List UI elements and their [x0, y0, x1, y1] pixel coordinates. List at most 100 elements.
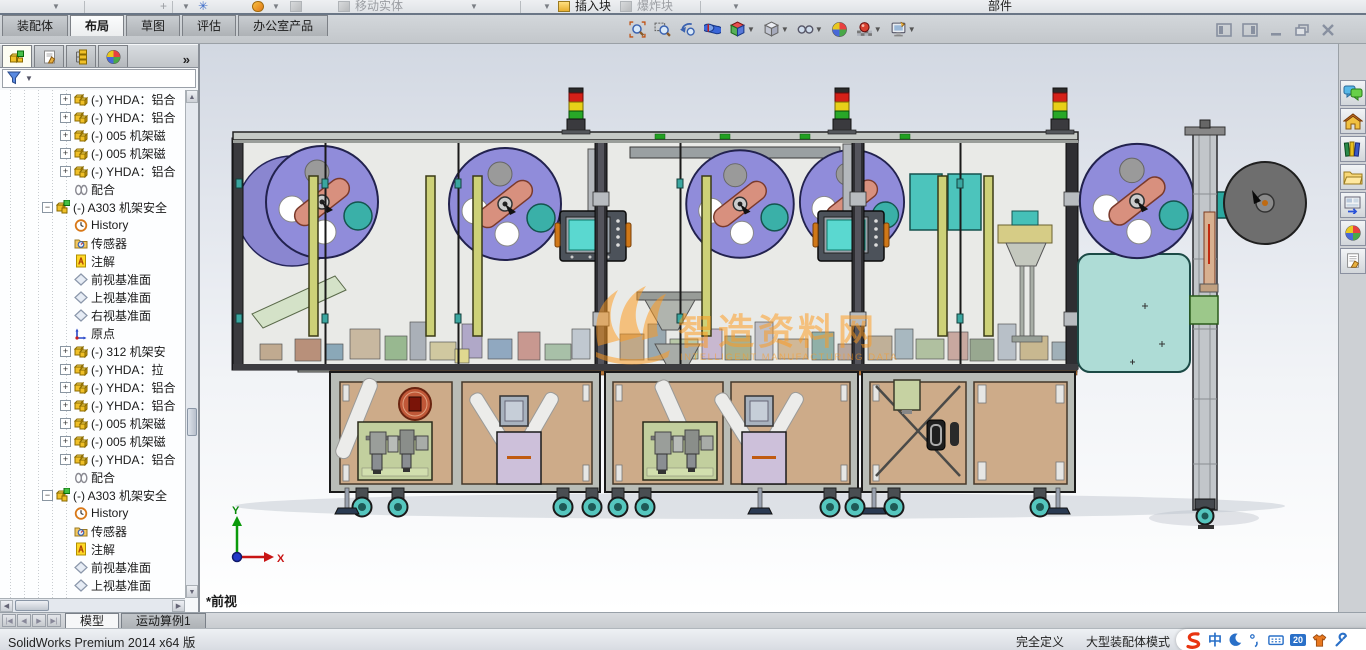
command-tab-4[interactable]: 办公室产品 [238, 15, 328, 36]
dropdown-arrow-icon[interactable]: ▼ [908, 25, 916, 34]
tree-row[interactable]: History [0, 504, 185, 522]
ime-toolbar[interactable]: 中20 [1176, 629, 1366, 650]
expand-box[interactable]: + [60, 364, 71, 375]
tree-row[interactable]: + (-) 312 机架安 [0, 342, 185, 360]
ime-moon-icon[interactable] [1227, 632, 1243, 648]
dropdown-arrow-icon[interactable]: ▼ [874, 25, 882, 34]
display-style-button[interactable]: ▼ [759, 18, 793, 40]
close-button[interactable] [1319, 22, 1336, 37]
tree-row[interactable]: + (-) YHDA：铝合 [0, 450, 185, 468]
ime-sogou-logo-icon[interactable] [1184, 631, 1203, 649]
collapse-box[interactable]: − [42, 490, 53, 501]
collapse-right-pane-button[interactable] [1241, 22, 1258, 37]
toolbar-label[interactable]: 移动实体 [355, 0, 403, 13]
panel-tab-propertymanager[interactable] [34, 45, 64, 67]
taskpane-appearances-scenes-button[interactable] [1340, 220, 1366, 246]
tree-item-label[interactable]: 上视基准面 [91, 289, 151, 306]
expand-box[interactable]: + [60, 400, 71, 411]
first-tab-button[interactable]: |◀ [2, 614, 16, 627]
apply-scene-button[interactable]: ▼ [852, 18, 886, 40]
tree-item-label[interactable]: (-) A303 机架安全 [73, 487, 167, 504]
command-tab-3[interactable]: 评估 [182, 15, 236, 36]
expand-box[interactable]: + [60, 166, 71, 177]
ime-wrench-icon[interactable] [1333, 632, 1349, 648]
toolbar-icon[interactable] [338, 0, 350, 13]
tree-item-label[interactable]: (-) 005 机架磁 [91, 433, 166, 450]
tree-row[interactable]: − (-) A303 机架安全 [0, 486, 185, 504]
prev-tab-button[interactable]: ◀ [17, 614, 31, 627]
bottom-tab-0[interactable]: 模型 [65, 613, 119, 628]
command-tab-0[interactable]: 装配体 [2, 15, 68, 36]
dropdown-arrow-icon[interactable]: ▼ [272, 0, 280, 13]
scroll-down-arrow[interactable]: ▼ [186, 585, 198, 598]
expand-box[interactable]: + [60, 454, 71, 465]
view-orientation-button[interactable]: ▼ [725, 18, 759, 40]
toolbar-icon[interactable] [252, 0, 264, 13]
tree-row[interactable]: 前视基准面 [0, 558, 185, 576]
tree-row[interactable]: +(-) YHDA：铝合 [0, 378, 185, 396]
tree-row[interactable]: + (-) 005 机架磁 [0, 144, 185, 162]
tree-row[interactable]: 右视基准面 [0, 306, 185, 324]
minimize-button[interactable] [1267, 22, 1284, 37]
view-settings-button[interactable]: ▼ [886, 18, 920, 40]
tree-item-label[interactable]: (-) YHDA：拉 [91, 361, 163, 378]
tree-item-label[interactable]: History [91, 506, 128, 520]
scroll-right-arrow[interactable]: ▶ [172, 600, 185, 612]
collapse-left-pane-button[interactable] [1215, 22, 1232, 37]
tree-item-label[interactable]: 配合 [91, 469, 115, 486]
tree-row[interactable]: −(-) A303 机架安全 [0, 198, 185, 216]
section-view-button[interactable] [700, 18, 725, 40]
tree-item-label[interactable]: (-) 312 机架安 [91, 343, 166, 360]
next-tab-button[interactable]: ▶ [32, 614, 46, 627]
panel-tab-displaymanager[interactable] [98, 45, 128, 67]
tree-row[interactable]: + (-) 005 机架磁 [0, 432, 185, 450]
taskpane-forum-button[interactable] [1340, 80, 1366, 106]
tree-row[interactable]: +(-) 005 机架磁 [0, 126, 185, 144]
tree-row[interactable]: 注解 [0, 252, 185, 270]
tree-row[interactable]: 配合 [0, 468, 185, 486]
dropdown-arrow-icon[interactable]: ▼ [732, 0, 740, 13]
previous-view-button[interactable] [675, 18, 700, 40]
toolbar-icon[interactable] [620, 0, 632, 13]
scroll-left-arrow[interactable]: ◀ [0, 600, 13, 612]
tree-item-label[interactable]: (-) YHDA：铝合 [91, 397, 175, 414]
tree-item-label[interactable]: 前视基准面 [91, 559, 151, 576]
dropdown-arrow-icon[interactable]: ▼ [470, 0, 478, 13]
tree-row[interactable]: 前视基准面 [0, 270, 185, 288]
zoom-to-fit-button[interactable] [625, 18, 650, 40]
zoom-to-area-button[interactable] [650, 18, 675, 40]
taskpane-view-palette-button[interactable] [1340, 192, 1366, 218]
dropdown-arrow-icon[interactable]: ▼ [781, 25, 789, 34]
restore-button[interactable] [1293, 22, 1310, 37]
expand-box[interactable]: + [60, 346, 71, 357]
tree-item-label[interactable]: (-) YHDA：铝合 [91, 451, 175, 468]
ime-skin-shirt-icon[interactable] [1311, 632, 1328, 648]
hide-show-items-button[interactable]: ▼ [793, 18, 827, 40]
tree-row[interactable]: History [0, 216, 185, 234]
tree-item-label[interactable]: (-) 005 机架磁 [91, 415, 166, 432]
tree-item-label[interactable]: 注解 [91, 253, 115, 270]
dropdown-arrow-icon[interactable]: ▼ [52, 0, 60, 13]
expand-box[interactable]: + [60, 112, 71, 123]
tree-item-label[interactable]: (-) YHDA：铝合 [91, 91, 175, 108]
tree-row[interactable]: 传感器 [0, 522, 185, 540]
tree-horizontal-scrollbar[interactable]: ◀ ▶ [0, 598, 185, 612]
toolbar-label[interactable]: 爆炸块 [637, 0, 673, 13]
toolbar-label[interactable]: 插入块 [575, 0, 611, 13]
tree-item-label[interactable]: (-) 005 机架磁 [91, 145, 166, 162]
command-tab-2[interactable]: 草图 [126, 15, 180, 36]
asterisk-icon[interactable]: ✳ [198, 0, 208, 13]
tree-vertical-scrollbar[interactable]: ▲ ▼ [185, 90, 198, 598]
tree-row[interactable]: 上视基准面 [0, 288, 185, 306]
last-tab-button[interactable]: ▶| [47, 614, 61, 627]
panel-tab-featuremanager-tree[interactable] [2, 45, 32, 67]
ime-keyboard-icon[interactable] [1267, 632, 1285, 648]
expand-box[interactable]: + [60, 436, 71, 447]
taskpane-custom-properties-button[interactable] [1340, 248, 1366, 274]
tree-item-label[interactable]: 传感器 [91, 523, 127, 540]
expand-box[interactable]: + [60, 148, 71, 159]
expand-box[interactable]: + [60, 94, 71, 105]
graphics-viewport[interactable]: 智造资料网 INTELLIGENT MANUFACTURING DATA Y X… [200, 44, 1338, 612]
tree-row[interactable]: 配合 [0, 180, 185, 198]
collapse-box[interactable]: − [42, 202, 53, 213]
